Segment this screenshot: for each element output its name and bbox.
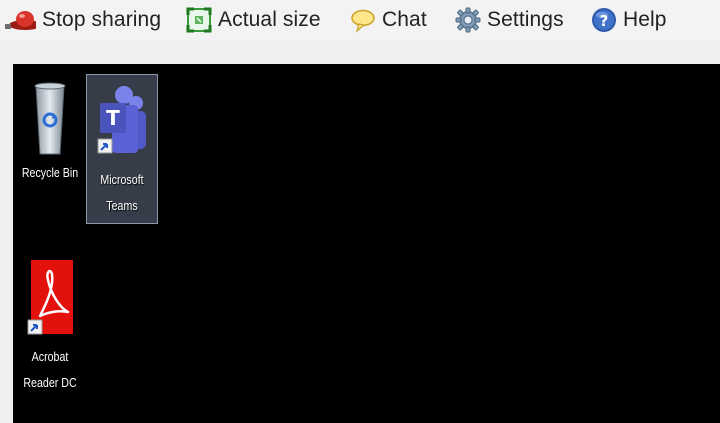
help-button[interactable]: ? Help [591,3,667,37]
actual-size-label: Actual size [218,8,321,31]
actual-size-button[interactable]: Actual size [186,3,321,37]
actual-size-icon [186,7,212,33]
acrobat-reader-icon [27,260,73,335]
microsoft-teams-label: Microsoft Teams [100,172,144,213]
recycle-bin-icon [34,82,66,155]
microsoft-teams-icon: T [97,86,146,154]
chat-button[interactable]: Chat [350,3,427,37]
viewer-toolbar: Stop sharing Actual size Chat Settings ?… [0,0,720,40]
acrobat-reader-label: Acrobat Reader DC [23,349,77,390]
help-label: Help [623,8,667,31]
desktop-icon-microsoft-teams[interactable]: T Microsoft Teams [86,74,158,224]
stop-sharing-icon [5,11,36,30]
help-icon: ? [592,8,616,32]
stop-sharing-label: Stop sharing [42,8,162,31]
svg-text:T: T [106,106,120,130]
settings-label: Settings [487,8,564,31]
remote-desktop[interactable]: Recycle Bin T Microsoft Teams Acrobat Re… [13,64,720,423]
recycle-bin-label: Recycle Bin [21,165,79,180]
stop-sharing-button[interactable]: Stop sharing [0,3,161,37]
svg-text:?: ? [600,12,609,30]
desktop-icon-acrobat-reader[interactable]: Acrobat Reader DC [15,254,85,404]
chat-label: Chat [382,8,427,31]
chat-bubble-icon [351,9,375,33]
desktop-icon-recycle-bin[interactable]: Recycle Bin [15,76,85,210]
settings-button[interactable]: Settings [455,3,564,37]
gear-icon [455,7,481,33]
